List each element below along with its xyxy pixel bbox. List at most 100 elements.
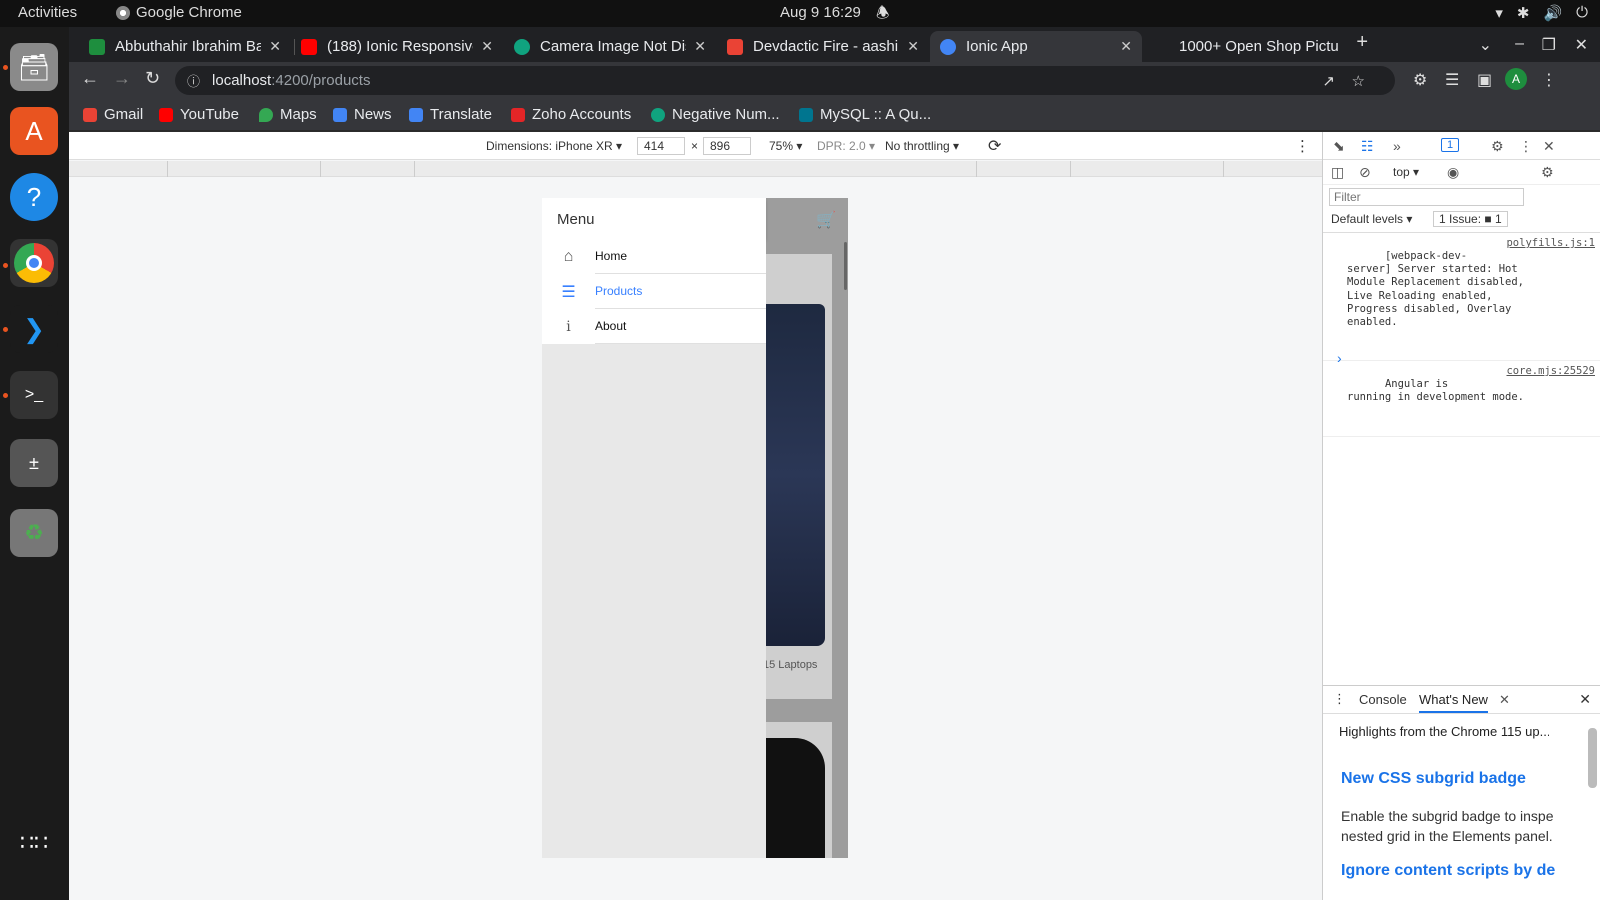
cart-icon[interactable]: 🛒 xyxy=(816,210,836,230)
chrome-icon[interactable] xyxy=(10,239,58,287)
back-icon[interactable]: ← xyxy=(81,68,99,89)
close-icon[interactable]: ✕ xyxy=(694,38,706,55)
notification-bell-icon[interactable]: 🕭 xyxy=(876,3,889,28)
settings-icon[interactable]: ⚙ xyxy=(1491,138,1504,155)
tab[interactable]: (188) Ionic Responsive ✕ xyxy=(291,31,503,62)
menu-item-products[interactable]: ☰ Products xyxy=(542,274,766,309)
tab[interactable]: Camera Image Not Dis ✕ xyxy=(504,31,716,62)
menu-item-about[interactable]: i About xyxy=(542,309,766,344)
inspect-icon[interactable]: ⬊ xyxy=(1333,138,1345,155)
bookmark-translate[interactable]: Translate xyxy=(409,106,492,123)
close-icon[interactable]: ✕ xyxy=(1120,38,1132,55)
close-tab-icon[interactable]: ✕ xyxy=(1499,692,1510,708)
app-menu[interactable]: Google Chrome xyxy=(116,4,242,21)
tab-console[interactable]: Console xyxy=(1359,692,1407,707)
tab[interactable]: 1000+ Open Shop Pictu xyxy=(1143,31,1355,62)
dock: 🗃 A ? ❯ >_ ± ♻ ∷∷ xyxy=(0,27,69,900)
software-icon[interactable]: A xyxy=(10,107,58,155)
device-toolbar: Dimensions: iPhone XR ▾ × 75% ▾ DPR: 2.0… xyxy=(69,132,1322,160)
log-source-link[interactable]: core.mjs:25529 xyxy=(1506,365,1595,378)
clock[interactable]: Aug 9 16:29 xyxy=(780,4,861,21)
bookmark-maps[interactable]: Maps xyxy=(259,106,317,123)
bookmark-news[interactable]: News xyxy=(333,106,392,123)
bookmark-zoho[interactable]: Zoho Accounts xyxy=(511,106,631,123)
tab[interactable]: Abbuthahir Ibrahim Ba ✕ xyxy=(79,31,291,62)
forward-icon[interactable]: → xyxy=(113,68,131,89)
side-menu: Menu ⌂ Home ☰ Products i About xyxy=(542,198,766,858)
bookmark-mysql[interactable]: MySQL :: A Qu... xyxy=(799,106,931,123)
close-icon[interactable]: ✕ xyxy=(1543,138,1555,155)
device-select[interactable]: Dimensions: iPhone XR ▾ xyxy=(486,139,622,153)
menu-item-home[interactable]: ⌂ Home xyxy=(542,239,766,274)
app-grid-icon[interactable]: ∷∷ xyxy=(10,819,58,867)
console-filter-input[interactable] xyxy=(1329,188,1524,206)
issue-count-button[interactable]: 1 Issue: ■ 1 xyxy=(1433,211,1508,227)
zoom-select[interactable]: 75% ▾ xyxy=(769,139,802,153)
height-input[interactable] xyxy=(703,137,751,155)
page-viewport: Dimensions: iPhone XR ▾ × 75% ▾ DPR: 2.0… xyxy=(69,132,1322,900)
media-query-ruler[interactable] xyxy=(69,161,1322,177)
address-bar[interactable]: ⓘ localhost:4200/products ↗ ☆ xyxy=(175,66,1395,95)
reload-icon[interactable]: ↻ xyxy=(145,68,160,89)
more-options-icon[interactable]: ⋮ xyxy=(1295,137,1310,155)
help-icon[interactable]: ? xyxy=(10,173,58,221)
more-options-icon[interactable]: ⋮ xyxy=(1519,138,1533,155)
throttling-select[interactable]: No throttling ▾ xyxy=(885,139,959,153)
width-input[interactable] xyxy=(637,137,685,155)
drawer-menu-icon[interactable]: ⋮ xyxy=(1333,691,1346,707)
bookmark-youtube[interactable]: YouTube xyxy=(159,106,239,123)
log-source-link[interactable]: polyfills.js:1 xyxy=(1506,237,1595,250)
ruler-tick xyxy=(320,161,321,177)
device-toggle-icon[interactable]: ☷ xyxy=(1361,138,1374,155)
times-sign: × xyxy=(691,139,699,153)
bookmark-star-icon[interactable]: ☆ xyxy=(1352,72,1365,90)
dpr-select[interactable]: DPR: 2.0 ▾ xyxy=(817,139,875,153)
avatar[interactable]: A xyxy=(1505,68,1527,90)
eye-icon[interactable]: ◉ xyxy=(1447,164,1459,181)
scrollbar[interactable] xyxy=(1588,728,1597,788)
reading-list-icon[interactable]: ☰ xyxy=(1445,70,1459,90)
calculator-icon[interactable]: ± xyxy=(10,439,58,487)
system-tray[interactable]: ▾ ✱ 🔊 ⏻ xyxy=(1495,4,1588,22)
tab-label: (188) Ionic Responsive xyxy=(327,38,474,55)
chrome-menu-icon[interactable]: ⋮ xyxy=(1541,70,1557,90)
files-icon[interactable]: 🗃 xyxy=(10,43,58,91)
console-settings-icon[interactable]: ⚙ xyxy=(1541,164,1554,181)
close-icon[interactable]: ✕ xyxy=(269,38,281,55)
log-levels-select[interactable]: Default levels ▾ xyxy=(1331,212,1412,226)
clear-console-icon[interactable]: ⊘ xyxy=(1359,164,1371,181)
activities-button[interactable]: Activities xyxy=(18,4,77,21)
tab-whats-new[interactable]: What's New xyxy=(1419,692,1488,713)
trash-icon[interactable]: ♻ xyxy=(10,509,58,557)
close-window-icon[interactable]: ✕ xyxy=(1575,35,1588,55)
bookmark-gmail[interactable]: Gmail xyxy=(83,106,143,123)
sidebar-toggle-icon[interactable]: ◫ xyxy=(1331,164,1344,181)
tab-search-icon[interactable]: ⌄ xyxy=(1479,35,1492,55)
vscode-icon[interactable]: ❯ xyxy=(10,305,58,353)
whats-new-item-title[interactable]: Ignore content scripts by de xyxy=(1341,862,1575,880)
extensions-icon[interactable]: ⚙ xyxy=(1413,70,1427,90)
tab[interactable]: Devdactic Fire - aashik ✕ xyxy=(717,31,929,62)
new-tab-button[interactable]: + xyxy=(1356,31,1368,54)
list-icon: ☰ xyxy=(561,283,576,301)
share-icon[interactable]: ↗ xyxy=(1322,72,1335,90)
issues-badge[interactable]: 1 xyxy=(1441,138,1460,152)
side-panel-icon[interactable]: ▣ xyxy=(1477,70,1492,90)
info-icon[interactable]: ⓘ xyxy=(187,71,200,90)
context-select[interactable]: top ▾ xyxy=(1393,165,1419,179)
console-prompt[interactable]: › xyxy=(1337,350,1342,366)
close-icon[interactable]: ✕ xyxy=(481,38,493,55)
more-tabs-icon[interactable]: » xyxy=(1393,138,1401,154)
tab-active[interactable]: Ionic App ✕ xyxy=(930,31,1142,62)
close-drawer-icon[interactable]: ✕ xyxy=(1579,691,1591,708)
product-image xyxy=(757,738,825,858)
console-toolbar: ◫ ⊘ top ▾ ◉ ⚙ xyxy=(1323,160,1600,185)
rotate-icon[interactable]: ⟳ xyxy=(988,136,1001,156)
close-icon[interactable]: ✕ xyxy=(907,38,919,55)
whats-new-item-title[interactable]: New CSS subgrid badge xyxy=(1341,770,1526,788)
scrollbar[interactable] xyxy=(844,242,847,290)
minimize-icon[interactable]: – xyxy=(1515,35,1524,53)
terminal-icon[interactable]: >_ xyxy=(10,371,58,419)
maximize-icon[interactable]: ❐ xyxy=(1542,35,1556,55)
bookmark-negative[interactable]: Negative Num... xyxy=(651,106,780,123)
